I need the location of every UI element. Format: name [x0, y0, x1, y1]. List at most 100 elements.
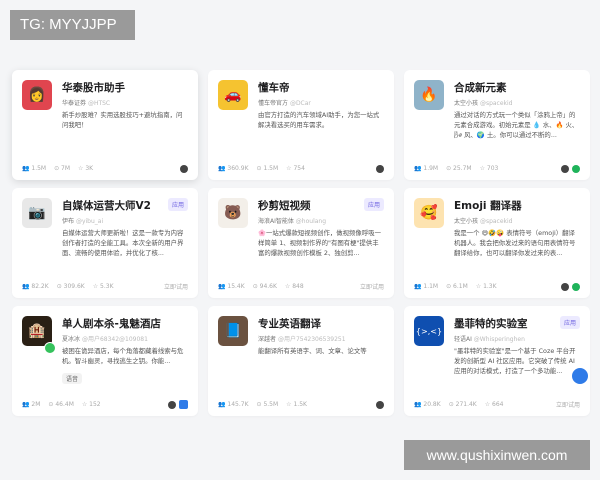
favorites-count: ☆ 664 — [484, 401, 504, 408]
users-count: 👥 2M — [22, 401, 41, 408]
bot-description: 自媒体运营大师更新啦！这是一款专为内容创作者打造的全能工具。本次全新的用户界面、… — [62, 229, 184, 257]
bot-stats: 👥 145.7K ⊙ 5.5M ☆ 1.5K — [218, 401, 307, 408]
bot-author[interactable]: 懂车帝官方 @DCar — [258, 98, 384, 107]
bot-author[interactable]: 深越者 @用户7542306539251 — [258, 334, 384, 343]
bot-avatar-icon: 🥰 — [414, 198, 444, 228]
author-handle: @houlang — [295, 218, 327, 225]
model-avatar-icon — [561, 283, 569, 291]
author-handle: @HTSC — [87, 100, 111, 107]
author-name: 华泰证券 — [62, 100, 87, 107]
favorites-count: ☆ 1.3K — [475, 283, 497, 290]
app-badge: 应用 — [363, 198, 384, 211]
model-avatar-icon — [168, 400, 176, 409]
users-count: 👥 360.9K — [218, 165, 249, 172]
author-name: 懂车帝官方 — [258, 100, 289, 107]
bot-description: 新手炒股难？实用选股技巧+避坑指南，问问我吧！ — [62, 111, 183, 129]
bot-card[interactable]: 🔥 合成新元素 太空小孩 @spacekid 通过对话的方式玩一个类似「涂鸦上帝… — [404, 70, 590, 180]
bot-description: 由官方打造的汽车领域AI助手，为您一站式解决看选买的用车需求。 — [258, 111, 380, 129]
bot-stats: 👥 1.9M ⊙ 25.7M ☆ 703 — [414, 165, 498, 172]
bot-title: 自媒体运营大师V2 — [62, 200, 151, 212]
author-name: 深越者 — [258, 336, 277, 343]
author-handle: @用户68342@109081 — [81, 336, 148, 343]
bot-title: 秒剪短视频 — [258, 200, 311, 212]
favorites-count: ☆ 5.3K — [92, 283, 114, 290]
author-handle: @spacekid — [479, 218, 513, 225]
bot-author[interactable]: 伊布 @yibu_ai — [62, 216, 188, 225]
try-now-link[interactable]: 立即试用 — [360, 282, 384, 291]
bot-card[interactable]: 🐻 应用 秒剪短视频 海浪AI智能体 @houlang 🌸一站式爆款短视频创作，… — [208, 188, 394, 298]
conversations-count: ⊙ 46.4M — [48, 401, 74, 408]
bot-stats: 👥 360.9K ⊙ 1.5M ☆ 754 — [218, 165, 305, 172]
favorites-count: ☆ 1.5K — [286, 401, 307, 408]
author-name: 太空小孩 — [454, 100, 479, 107]
bot-avatar-icon: 🔥 — [414, 80, 444, 110]
bot-card[interactable]: 🚗 懂车帝 懂车帝官方 @DCar 由官方打造的汽车领域AI助手，为您一站式解决… — [208, 70, 394, 180]
bot-title: 墨菲特的实验室 — [454, 318, 528, 330]
author-handle: @用户7542306539251 — [277, 336, 346, 343]
bot-author[interactable]: 华泰证券 @HTSC — [62, 98, 188, 107]
favorites-count: ☆ 3K — [78, 165, 94, 172]
conversations-count: ⊙ 309.6K — [56, 283, 85, 290]
users-count: 👥 1.5M — [22, 165, 47, 172]
wechat-icon — [572, 165, 580, 173]
bot-author[interactable]: 轻语AI @Whisperinghen — [454, 334, 580, 343]
bot-stats: 👥 2M ⊙ 46.4M ☆ 152 — [22, 401, 101, 408]
bot-title: 单人剧本杀-鬼魅酒店 — [62, 318, 161, 330]
app-badge: 应用 — [559, 316, 580, 329]
users-count: 👥 82.2K — [22, 283, 49, 290]
favorites-count: ☆ 754 — [286, 165, 305, 172]
bot-author[interactable]: 太空小孩 @spacekid — [454, 216, 580, 225]
bot-card[interactable]: 👩 华泰股市助手 华泰证券 @HTSC 新手炒股难？实用选股技巧+避坑指南，问问… — [12, 70, 198, 180]
bot-author[interactable]: 海浪AI智能体 @houlang — [258, 216, 384, 225]
bot-stats: 👥 20.8K ⊙ 271.4K ☆ 664 — [414, 401, 504, 408]
conversations-count: ⊙ 5.5M — [256, 401, 279, 408]
author-name: 夏冰冰 — [62, 336, 81, 343]
bot-card[interactable]: 📷 应用 自媒体运营大师V2 伊布 @yibu_ai 自媒体运营大师更新啦！这是… — [12, 188, 198, 298]
phone-icon — [44, 342, 56, 354]
model-avatar-icon — [376, 401, 384, 409]
app-badge: 应用 — [167, 198, 188, 211]
author-handle: @spacekid — [479, 100, 513, 107]
conversations-count: ⊙ 1.5M — [256, 165, 279, 172]
bot-title: 懂车帝 — [258, 82, 290, 94]
favorites-count: ☆ 152 — [81, 401, 101, 408]
author-name: 太空小孩 — [454, 218, 479, 225]
bot-stats: 👥 1.1M ⊙ 6.1M ☆ 1.3K — [414, 283, 497, 290]
bot-avatar-icon: 🐻 — [218, 198, 248, 228]
platform-icon — [179, 400, 188, 409]
author-name: 伊布 — [62, 218, 75, 225]
bot-author[interactable]: 夏冰冰 @用户68342@109081 — [62, 334, 188, 343]
bot-stats: 👥 15.4K ⊙ 94.6K ☆ 848 — [218, 283, 304, 290]
users-count: 👥 15.4K — [218, 283, 245, 290]
author-handle: @Whisperinghen — [473, 336, 525, 343]
bot-description: 被困在诡异酒店，每个角落都藏着线索与危机。智斗幽灵，寻找逃生之钥。你能... — [62, 347, 184, 365]
users-count: 👥 1.9M — [414, 165, 439, 172]
bot-card[interactable]: 🥰 Emoji 翻译器 太空小孩 @spacekid 我是一个 😄🤣🤪 表情符号… — [404, 188, 590, 298]
bot-stats: 👥 82.2K ⊙ 309.6K ☆ 5.3K — [22, 283, 114, 290]
model-avatar-icon — [180, 165, 188, 173]
bot-avatar-icon: 🚗 — [218, 80, 248, 110]
try-now-link[interactable]: 立即试用 — [556, 400, 580, 409]
bot-avatar-icon: {>,<} — [414, 316, 444, 346]
watermark: www.qushixinwen.com — [404, 440, 590, 470]
bot-title: 专业英语翻译 — [258, 318, 321, 330]
try-now-link[interactable]: 立即试用 — [164, 282, 188, 291]
bot-card[interactable]: 📘 专业英语翻译 深越者 @用户7542306539251 能翻译所有英语字、词… — [208, 306, 394, 416]
conversations-count: ⊙ 271.4K — [448, 401, 477, 408]
bot-description: 能翻译所有英语字、词、文章、论文等 — [258, 347, 367, 355]
users-count: 👥 145.7K — [218, 401, 249, 408]
bot-author[interactable]: 太空小孩 @spacekid — [454, 98, 580, 107]
chat-fab-button[interactable] — [572, 368, 588, 384]
bot-card-grid: 👩 华泰股市助手 华泰证券 @HTSC 新手炒股难？实用选股技巧+避坑指南，问问… — [12, 70, 590, 416]
bot-card[interactable]: {>,<} 应用 墨菲特的实验室 轻语AI @Whisperinghen "墨菲… — [404, 306, 590, 416]
tg-overlay-label: TG: MYYJJPP — [10, 10, 135, 40]
bot-avatar-icon: 👩 — [22, 80, 52, 110]
author-handle: @yibu_ai — [75, 218, 104, 225]
bot-stats: 👥 1.5M ⊙ 7M ☆ 3K — [22, 165, 93, 172]
wechat-icon — [572, 283, 580, 291]
author-name: 轻语AI — [454, 336, 472, 343]
users-count: 👥 1.1M — [414, 283, 439, 290]
bot-title: 华泰股市助手 — [62, 82, 125, 94]
author-handle: @DCar — [289, 100, 311, 107]
bot-card[interactable]: 🏨 单人剧本杀-鬼魅酒店 夏冰冰 @用户68342@109081 被困在诡异酒店… — [12, 306, 198, 416]
